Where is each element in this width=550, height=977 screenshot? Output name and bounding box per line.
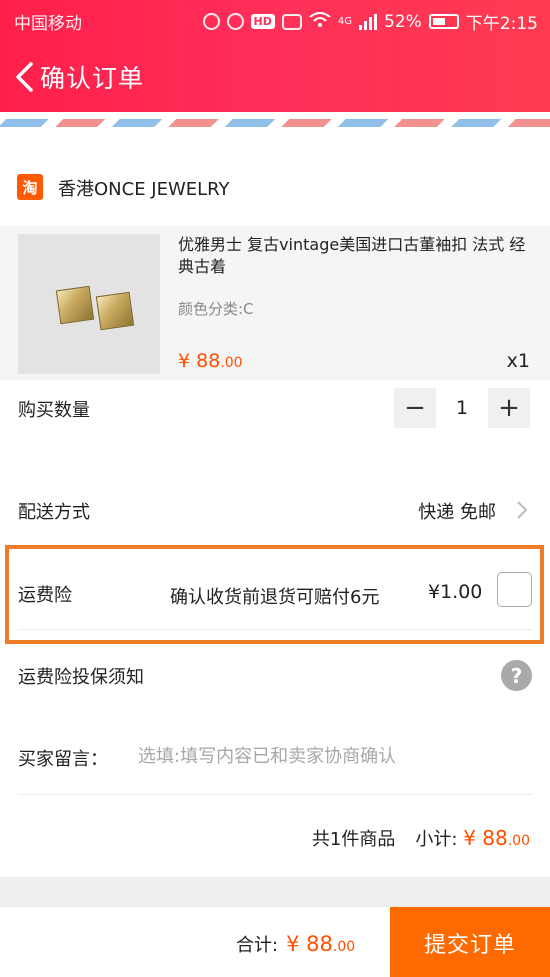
divider (18, 794, 532, 795)
app-header: 中国移动 HD 4G 52% 下午2:15 确认订单 (0, 0, 550, 112)
insurance-label: 运费险 (18, 585, 72, 606)
message-input[interactable] (138, 740, 528, 772)
hd-voice-icon: HD (250, 14, 275, 29)
insurance-price: ¥1.00 (428, 581, 483, 603)
network-type: 4G (337, 16, 353, 27)
increase-button[interactable]: + (488, 388, 530, 428)
status-icons: HD 4G 52% 下午2:15 (202, 9, 538, 34)
shop-row[interactable]: 淘 香港ONCE JEWELRY (0, 132, 550, 226)
signal-icon (359, 13, 378, 30)
product-title: 优雅男士 复古vintage美国进口古董袖扣 法式 经典古着 (178, 235, 526, 276)
quantity-label: 购买数量 (18, 400, 90, 421)
checkout-bar: 合计: ¥ 88.00 提交订单 (0, 906, 550, 977)
battery-icon (428, 14, 459, 29)
status-bar: 中国移动 HD 4G 52% 下午2:15 (0, 0, 550, 38)
envelope-border (0, 112, 550, 132)
divider (18, 629, 532, 630)
nav-bar: 确认订单 (0, 52, 550, 102)
delivery-label: 配送方式 (18, 502, 90, 523)
chevron-left-icon[interactable] (12, 60, 36, 94)
shop-name: 香港ONCE JEWELRY (58, 179, 230, 200)
submit-order-button[interactable]: 提交订单 (390, 907, 550, 977)
cufflink-left (55, 285, 95, 325)
product-quantity: x1 (506, 350, 530, 372)
wifi-icon (309, 11, 331, 32)
product-image (18, 234, 160, 374)
clock: 下午2:15 (465, 14, 538, 34)
chevron-right-icon[interactable] (516, 500, 528, 520)
subtotal: 共1件商品 小计: ¥ 88.00 (312, 825, 530, 851)
decrease-button[interactable]: − (394, 388, 436, 428)
product-sku: 颜色分类:C (178, 300, 254, 318)
product-price: ¥ 88.00 (178, 350, 243, 372)
insurance-description: 确认收货前退货可赔付6元 (170, 587, 380, 608)
order-card: 淘 香港ONCE JEWELRY 优雅男士 复古vintage美国进口古董袖扣 … (0, 132, 550, 877)
eye-icon (281, 13, 302, 30)
item-count: 共1件商品 (311, 829, 396, 850)
alarm-icon (226, 13, 244, 30)
cufflink-right (95, 291, 135, 331)
taobao-shop-icon: 淘 (17, 174, 43, 200)
help-icon[interactable]: ? (501, 660, 532, 691)
quantity-row: 购买数量 − 1 + (0, 380, 550, 436)
headphones-icon (202, 13, 220, 30)
total-amount: 合计: ¥ 88.00 (236, 932, 356, 956)
product-item[interactable]: 优雅男士 复古vintage美国进口古董袖扣 法式 经典古着 颜色分类:C ¥ … (0, 226, 550, 380)
message-label: 买家留言： (18, 749, 108, 770)
quantity-stepper: − 1 + (394, 388, 530, 428)
insurance-checkbox[interactable] (497, 572, 532, 607)
subtotal-value: 小计: ¥ 88.00 (415, 826, 530, 850)
airmail-stripe (0, 119, 550, 127)
delivery-value[interactable]: 快递 免邮 (418, 498, 496, 524)
page-title: 确认订单 (40, 64, 145, 93)
battery-percent: 52% (384, 11, 422, 32)
carrier-label: 中国移动 (14, 14, 82, 34)
quantity-value[interactable]: 1 (442, 397, 482, 419)
insurance-notice-label: 运费险投保须知 (18, 667, 144, 688)
